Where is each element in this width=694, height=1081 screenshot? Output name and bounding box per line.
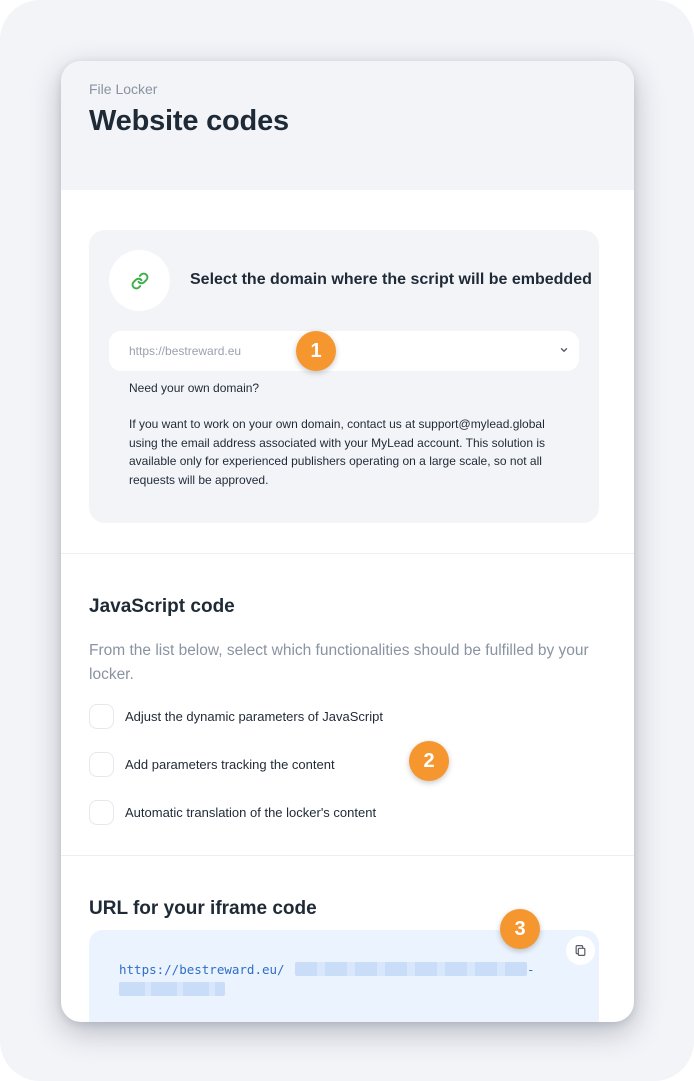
- iframe-section-title: URL for your iframe code: [89, 898, 317, 919]
- option-dynamic-parameters[interactable]: Adjust the dynamic parameters of JavaScr…: [89, 703, 383, 729]
- redacted-url-segment: [119, 982, 225, 996]
- step-marker-1: 1: [296, 331, 336, 371]
- javascript-section-title: JavaScript code: [89, 596, 235, 617]
- option-automatic-translation[interactable]: Automatic translation of the locker's co…: [89, 799, 376, 825]
- iframe-url-suffix: -: [527, 962, 535, 977]
- copy-icon: [575, 945, 586, 956]
- step-marker-2: 2: [409, 741, 449, 781]
- step-marker-3: 3: [500, 909, 540, 949]
- page-title: Website codes: [89, 105, 289, 137]
- domain-select-value: https://bestreward.eu: [129, 344, 242, 358]
- redacted-url-segment: [295, 962, 527, 976]
- copy-button[interactable]: [566, 936, 595, 965]
- domain-note: If you want to work on your own domain, …: [129, 417, 545, 487]
- option-label: Add parameters tracking the content: [125, 756, 335, 772]
- need-domain-text: Need your own domain?: [129, 381, 260, 395]
- domain-section: Select the domain where the script will …: [89, 230, 599, 523]
- iframe-url-prefix: https://bestreward.eu/: [119, 962, 285, 977]
- javascript-section-description: From the list below, select which functi…: [89, 642, 589, 683]
- main-card: File Locker Website codes Select the dom…: [61, 61, 634, 1022]
- checkbox[interactable]: [89, 751, 114, 777]
- option-tracking-parameters[interactable]: Add parameters tracking the content: [89, 751, 335, 777]
- domain-select[interactable]: https://bestreward.eu: [109, 331, 579, 371]
- checkbox[interactable]: [89, 799, 114, 825]
- domain-heading: Select the domain where the script will …: [190, 271, 592, 288]
- divider: [61, 855, 634, 856]
- option-label: Automatic translation of the locker's co…: [125, 804, 377, 820]
- breadcrumb[interactable]: File Locker: [89, 81, 157, 97]
- checkbox[interactable]: [89, 703, 114, 729]
- option-label: Adjust the dynamic parameters of JavaScr…: [125, 708, 383, 724]
- chevron-down-icon: [560, 348, 568, 352]
- page-header: File Locker Website codes: [61, 61, 634, 190]
- link-icon: [109, 250, 170, 311]
- divider: [61, 553, 634, 554]
